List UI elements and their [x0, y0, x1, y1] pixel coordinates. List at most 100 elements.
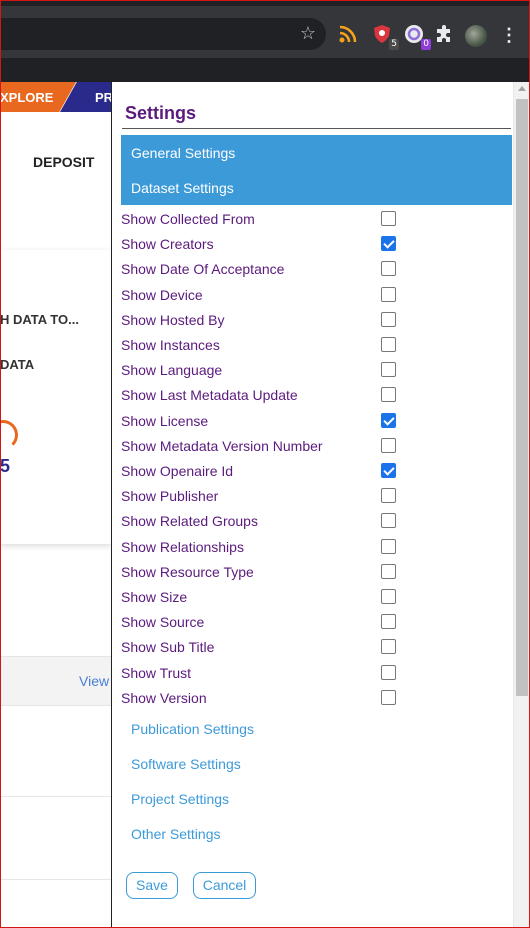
dataset-option-checkbox[interactable]	[381, 639, 396, 655]
dataset-option-label: Show Size	[121, 589, 188, 605]
browser-bookmark-bar	[0, 58, 530, 82]
dataset-option-row: Show Trust	[121, 661, 421, 686]
dataset-option-row: Show Collected From	[121, 207, 421, 232]
gauge-icon	[0, 420, 18, 450]
dataset-option-label: Show Hosted By	[121, 311, 225, 328]
dataset-option-label: Show Date Of Acceptance	[121, 261, 285, 278]
divider	[122, 128, 511, 129]
dataset-option-checkbox[interactable]	[381, 664, 396, 680]
project-settings-link[interactable]: Project Settings	[131, 791, 229, 807]
general-settings-label: General Settings	[131, 145, 236, 161]
card-number: 5	[0, 456, 11, 476]
dataset-option-row: Show Resource Type	[121, 560, 421, 585]
other-settings-link[interactable]: Other Settings	[131, 826, 221, 842]
dataset-option-row: Show Device	[121, 283, 421, 308]
dataset-option-checkbox[interactable]	[381, 236, 396, 252]
star-icon[interactable]: ☆	[298, 24, 318, 44]
dataset-option-checkbox[interactable]	[381, 538, 396, 554]
dataset-settings-label: Dataset Settings	[131, 180, 234, 196]
dataset-option-label: Show Source	[121, 614, 205, 631]
dataset-option-checkbox[interactable]	[381, 437, 396, 453]
rss-icon[interactable]	[337, 23, 359, 45]
scrollbar-thumb[interactable]	[516, 99, 528, 696]
dataset-option-row: Show License	[121, 409, 421, 434]
dataset-option-checkbox[interactable]	[381, 463, 396, 478]
dataset-option-row: Show Language	[121, 358, 421, 383]
kebab-menu-icon[interactable]: ⋮	[500, 23, 518, 47]
profile-avatar[interactable]	[465, 25, 487, 47]
dataset-option-row: Show Size	[121, 585, 421, 610]
dataset-option-row: Show Instances	[121, 333, 421, 358]
settings-panel: Settings General Settings Dataset Settin…	[111, 82, 513, 928]
dataset-option-checkbox[interactable]	[381, 589, 396, 604]
dataset-option-label: Show Instances	[121, 337, 220, 353]
dataset-option-checkbox[interactable]	[381, 563, 396, 579]
publication-settings-link[interactable]: Publication Settings	[131, 721, 254, 737]
dataset-option-label: Show License	[121, 412, 209, 429]
nav-second-label: PR	[95, 90, 112, 105]
scroll-up-arrow-icon[interactable]	[518, 86, 526, 91]
dataset-settings-header[interactable]: Dataset Settings	[121, 170, 512, 205]
dataset-option-row: Show Metadata Version Number	[121, 434, 421, 459]
cancel-button[interactable]: Cancel	[193, 872, 256, 899]
dataset-option-checkbox[interactable]	[381, 689, 396, 705]
dataset-option-label: Show Device	[121, 286, 203, 303]
general-settings-header[interactable]: General Settings	[121, 135, 512, 170]
divider	[0, 796, 112, 797]
dataset-option-row: Show Related Groups	[121, 509, 421, 534]
extension-badge: 5	[389, 39, 399, 50]
dataset-option-label: Show Openaire Id	[121, 463, 234, 479]
dataset-option-checkbox[interactable]	[381, 337, 396, 352]
dataset-option-label: Show Related Groups	[121, 513, 258, 530]
dataset-option-checkbox[interactable]	[381, 488, 396, 504]
dataset-option-label: Show Resource Type	[121, 563, 254, 580]
dataset-option-row: Show Relationships	[121, 535, 421, 560]
address-bar[interactable]	[0, 18, 326, 50]
dataset-option-row: Show Date Of Acceptance	[121, 257, 421, 282]
dataset-option-label: Show Language	[121, 362, 223, 379]
dataset-option-checkbox[interactable]	[381, 362, 396, 378]
dataset-option-label: Show Sub Title	[121, 639, 215, 656]
dataset-option-checkbox[interactable]	[381, 286, 396, 302]
dataset-option-label: Show Trust	[121, 664, 192, 681]
extension-o-icon[interactable]: 0	[403, 23, 431, 50]
dataset-option-label: Show Collected From	[121, 211, 255, 227]
dataset-option-row: Show Hosted By	[121, 308, 421, 333]
puzzle-icon[interactable]	[433, 23, 455, 45]
dataset-option-checkbox[interactable]	[381, 261, 396, 277]
card-title[interactable]: H DATA TO...	[0, 312, 79, 327]
dataset-option-checkbox[interactable]	[381, 614, 396, 630]
software-settings-link[interactable]: Software Settings	[131, 756, 241, 772]
settings-title: Settings	[125, 103, 197, 123]
extension-badge: 0	[421, 39, 431, 50]
deposit-link[interactable]: DEPOSIT	[33, 154, 94, 170]
dataset-option-checkbox[interactable]	[381, 211, 396, 226]
dataset-option-row: Show Publisher	[121, 484, 421, 509]
dataset-option-row: Show Version	[121, 686, 421, 711]
scrollbar[interactable]	[513, 82, 530, 928]
background-band: View	[0, 656, 112, 706]
dataset-option-row: Show Creators	[121, 232, 421, 257]
dataset-option-checkbox[interactable]	[381, 387, 396, 403]
dataset-option-row: Show Sub Title	[121, 635, 421, 660]
privacy-badger-icon[interactable]: 5	[371, 23, 399, 50]
dataset-option-label: Show Relationships	[121, 538, 244, 555]
dataset-option-row: Show Last Metadata Update	[121, 383, 421, 408]
dataset-option-label: Show Publisher	[121, 488, 219, 505]
dataset-option-label: Show Creators	[121, 236, 214, 253]
dataset-option-checkbox[interactable]	[381, 412, 396, 428]
dataset-option-checkbox[interactable]	[381, 513, 396, 529]
view-link[interactable]: View	[79, 673, 109, 689]
background-page: XPLORE PR DEPOSIT H DATA TO... DATA 5 Vi…	[0, 82, 112, 928]
dataset-option-row: Show Source	[121, 610, 421, 635]
browser-toolbar: ☆ 5 0 ⋮	[0, 6, 530, 58]
dataset-option-checkbox[interactable]	[381, 311, 396, 327]
dataset-option-label: Show Metadata Version Number	[121, 437, 323, 454]
save-button[interactable]: Save	[126, 872, 178, 899]
divider	[0, 879, 112, 880]
card-subtitle: DATA	[0, 357, 35, 372]
dataset-option-label: Show Last Metadata Update	[121, 387, 298, 404]
nav-explore-label: XPLORE	[0, 90, 54, 105]
dataset-option-row: Show Openaire Id	[121, 459, 421, 484]
dataset-option-label: Show Version	[121, 689, 207, 706]
